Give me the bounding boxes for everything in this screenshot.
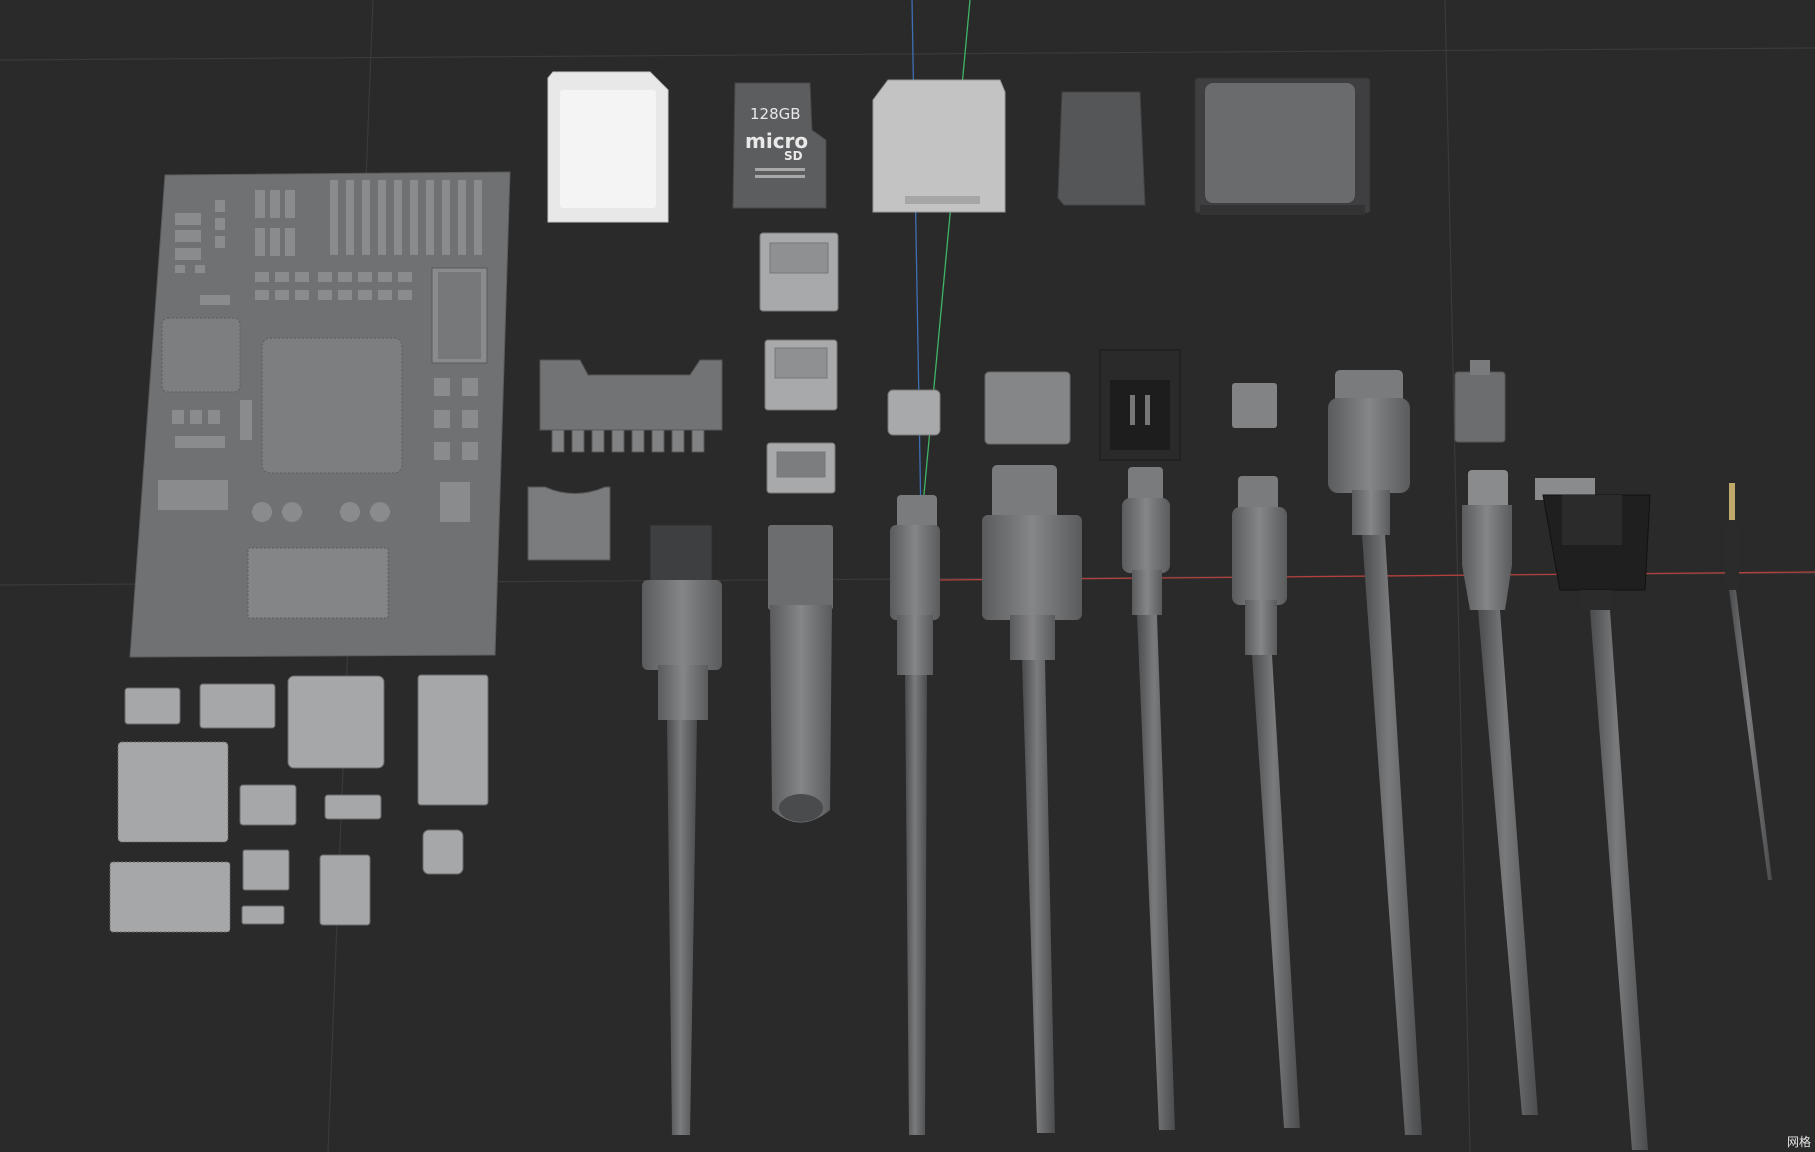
sd-adapter-model	[872, 79, 1006, 213]
viewport-corner-label: 网格	[1786, 1135, 1811, 1149]
hdmi-cable-model	[982, 465, 1082, 1133]
audio-jack-cable-model	[1725, 483, 1772, 880]
3d-viewport[interactable]: 128GB micro SD 网格	[0, 0, 1815, 1152]
microsd-brand-suffix: SD	[784, 149, 803, 163]
scene-canvas[interactable]: 128GB micro SD	[0, 0, 1815, 1152]
compact-flash-model	[1194, 77, 1371, 215]
micro-card-dark-model	[1057, 91, 1146, 206]
pcb-board-model	[129, 171, 511, 658]
usb-c-port-model	[887, 389, 941, 436]
usb-port-model	[759, 232, 839, 494]
vga-cable-model	[1535, 478, 1651, 1150]
power-connector-model	[1099, 349, 1181, 461]
microsd-capacity: 128GB	[750, 105, 801, 123]
usb3-micro-b-cable-model	[1328, 370, 1422, 1135]
sd-card-model	[547, 71, 669, 223]
small-port-model	[1232, 383, 1277, 428]
micro-usb-cable-model	[1122, 467, 1175, 1130]
hdmi-port-model	[984, 371, 1071, 445]
usb-a-cable-model	[642, 524, 722, 1135]
usb-stick-model	[768, 525, 833, 823]
rj45-cable-model	[1462, 470, 1538, 1115]
usb-c-cable-model	[890, 495, 940, 1135]
micro-usb-cable-2-model	[1232, 476, 1300, 1128]
rj45-port-model	[1454, 360, 1506, 443]
chip-components-model	[109, 674, 489, 933]
microsd-card-model: 128GB micro SD	[732, 82, 827, 209]
